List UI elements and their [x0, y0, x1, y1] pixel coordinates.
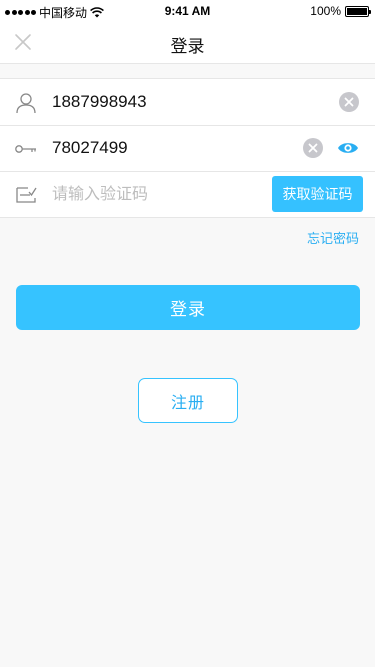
- eye-icon[interactable]: [337, 139, 359, 157]
- code-input[interactable]: [52, 180, 282, 208]
- clear-password-icon[interactable]: [303, 138, 323, 158]
- user-icon: [16, 93, 36, 114]
- key-icon: [15, 145, 36, 153]
- register-button[interactable]: 注册: [138, 378, 238, 423]
- login-form: 获取验证码: [0, 78, 375, 218]
- phone-row: [0, 79, 375, 125]
- status-right: 100%: [310, 4, 371, 18]
- password-input[interactable]: [52, 134, 282, 162]
- page-title: 登录: [170, 37, 205, 56]
- code-row: 获取验证码: [0, 171, 375, 217]
- login-button[interactable]: 登录: [16, 285, 360, 330]
- nav-bar: 登录: [0, 22, 375, 64]
- sms-code-icon: [16, 187, 37, 203]
- status-bar: 中国移动 9:41 AM 100%: [0, 0, 375, 22]
- forgot-password-link[interactable]: 忘记密码: [307, 228, 359, 247]
- clear-phone-icon[interactable]: [339, 92, 359, 112]
- get-code-button[interactable]: 获取验证码: [272, 176, 363, 212]
- battery-icon: [345, 5, 371, 17]
- battery-percent: 100%: [310, 4, 341, 18]
- password-row: [0, 125, 375, 171]
- phone-input[interactable]: [52, 88, 282, 116]
